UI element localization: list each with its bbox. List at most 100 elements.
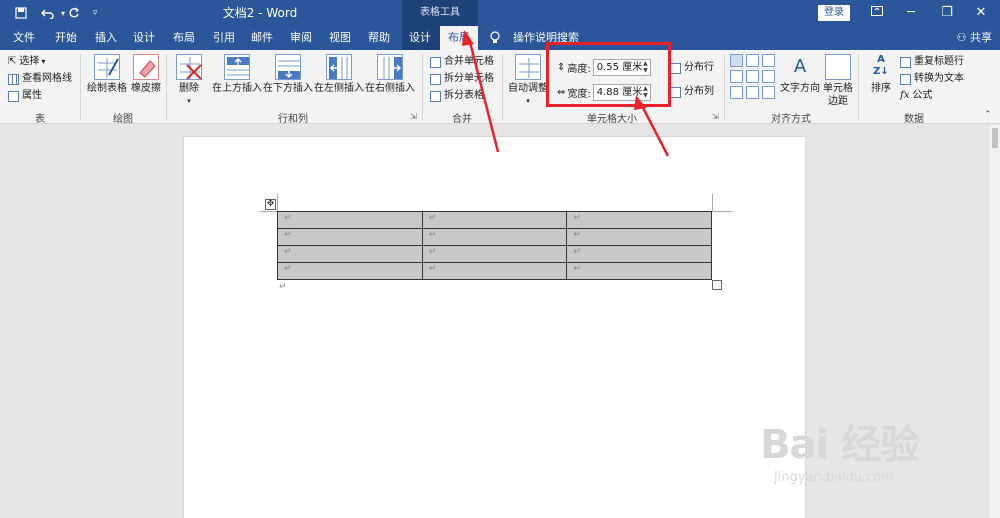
minimize-icon[interactable]: ─	[894, 0, 928, 26]
insert-left-button[interactable]: 在左侧插入	[314, 54, 364, 95]
collapse-ribbon-icon[interactable]: ⌃	[984, 110, 992, 120]
cell-margins-icon	[825, 54, 851, 80]
table-cell[interactable]: ↵	[277, 262, 423, 280]
crop-mark	[277, 194, 278, 211]
eraser-button[interactable]: 橡皮擦	[130, 54, 162, 95]
select-button[interactable]: ⇱ 选择 ▾	[8, 54, 45, 70]
table-cell[interactable]: ↵	[421, 211, 568, 229]
pointer-icon: ⇱	[8, 56, 17, 67]
align-top-right-icon[interactable]	[762, 54, 775, 67]
sort-button[interactable]: A Z↓ 排序	[866, 54, 896, 95]
table-cell[interactable]: ↵	[566, 228, 712, 246]
undo-icon[interactable]	[36, 0, 60, 26]
share-button[interactable]: ⚇ 共享	[957, 26, 992, 50]
tab-mailings[interactable]: 邮件	[244, 26, 280, 50]
autofit-button[interactable]: 自动调整 ▾	[508, 54, 548, 108]
text-direction-button[interactable]: A 文字方向	[778, 54, 822, 95]
login-button[interactable]: 登录	[818, 5, 850, 21]
distribute-columns-label: 分布列	[684, 86, 714, 97]
insert-left-label: 在左侧插入	[314, 83, 364, 94]
table-cell[interactable]: ↵	[421, 262, 568, 280]
save-icon[interactable]	[10, 0, 32, 26]
table-cell[interactable]: ↵	[566, 262, 712, 280]
table-cell[interactable]: ↵	[277, 245, 423, 263]
ribbon-display-icon[interactable]	[860, 0, 894, 26]
align-top-center-icon[interactable]	[746, 54, 759, 67]
distribute-rows-button[interactable]: 分布行	[670, 60, 714, 76]
crop-mark	[260, 211, 277, 212]
align-bottom-center-icon[interactable]	[746, 86, 759, 99]
ribbon-tab-row: 文件 开始 插入 设计 布局 引用 邮件 审阅 视图 帮助 设计 布局 操作说明…	[0, 26, 1000, 50]
table-cell[interactable]: ↵	[566, 245, 712, 263]
align-middle-center-icon[interactable]	[746, 70, 759, 83]
table-cell[interactable]: ↵	[277, 211, 423, 229]
repeat-header-label: 重复标题行	[914, 56, 964, 67]
merge-cells-button[interactable]: 合并单元格	[430, 54, 494, 70]
table-resize-handle[interactable]	[712, 280, 722, 290]
restore-icon[interactable]: ❐	[930, 0, 964, 26]
tab-table-design[interactable]: 设计	[402, 26, 438, 50]
table-cell[interactable]: ↵	[566, 211, 712, 229]
properties-label: 属性	[22, 90, 42, 101]
tab-insert[interactable]: 插入	[88, 26, 124, 50]
distribute-columns-button[interactable]: 分布列	[670, 84, 714, 100]
align-top-left-icon[interactable]	[730, 54, 743, 67]
table-row: ↵ ↵ ↵	[277, 228, 712, 246]
distribute-columns-icon	[670, 86, 681, 98]
cell-margins-button[interactable]: 单元格 边距	[822, 54, 854, 108]
tab-design[interactable]: 设计	[126, 26, 162, 50]
autofit-label: 自动调整	[508, 83, 548, 94]
table-cell[interactable]: ↵	[277, 228, 423, 246]
delete-dropdown-icon: ▾	[187, 97, 191, 105]
table-cell[interactable]: ↵	[421, 228, 568, 246]
group-label-alignment: 对齐方式	[771, 114, 811, 125]
close-icon[interactable]: ✕	[964, 0, 998, 26]
select-label: 选择	[19, 56, 40, 67]
insert-above-button[interactable]: 在上方插入	[212, 54, 262, 95]
rows-cols-launcher-icon[interactable]: ⇲	[410, 112, 419, 121]
tab-help[interactable]: 帮助	[361, 26, 397, 50]
cell-size-launcher-icon[interactable]: ⇲	[712, 112, 721, 121]
formula-button[interactable]: fx 公式	[900, 88, 932, 104]
crop-mark	[712, 194, 713, 211]
delete-button[interactable]: 删除 ▾	[172, 54, 206, 108]
tab-table-layout[interactable]: 布局	[440, 26, 478, 50]
align-middle-right-icon[interactable]	[762, 70, 775, 83]
redo-icon[interactable]	[64, 0, 84, 26]
tab-home[interactable]: 开始	[48, 26, 84, 50]
group-label-rows-cols: 行和列	[278, 114, 308, 125]
vertical-scrollbar[interactable]	[990, 125, 1000, 518]
align-middle-left-icon[interactable]	[730, 70, 743, 83]
tab-layout[interactable]: 布局	[166, 26, 202, 50]
table-cell[interactable]: ↵	[421, 245, 568, 263]
insert-below-button[interactable]: 在下方插入	[263, 54, 313, 95]
scrollbar-thumb[interactable]	[992, 128, 998, 148]
person-icon: ⚇	[956, 31, 967, 44]
repeat-header-rows-button[interactable]: 重复标题行	[900, 54, 964, 70]
insert-below-label: 在下方插入	[263, 83, 313, 94]
insert-right-button[interactable]: 在右侧插入	[365, 54, 415, 95]
document-table[interactable]: ↵ ↵ ↵ ↵ ↵ ↵ ↵ ↵ ↵ ↵ ↵ ↵	[277, 211, 712, 280]
view-gridlines-label: 查看网格线	[22, 73, 72, 84]
table-move-handle-icon[interactable]: ✥	[265, 199, 276, 210]
convert-to-text-button[interactable]: 转换为文本	[900, 71, 964, 87]
tab-references[interactable]: 引用	[206, 26, 242, 50]
group-label-cell-size: 单元格大小	[587, 114, 637, 125]
tab-file[interactable]: 文件	[6, 26, 42, 50]
split-cells-button[interactable]: 拆分单元格	[430, 71, 494, 87]
customize-qat-icon[interactable]: ▿	[88, 0, 102, 26]
align-bottom-right-icon[interactable]	[762, 86, 775, 99]
tab-review[interactable]: 审阅	[283, 26, 319, 50]
insert-left-icon	[326, 54, 352, 80]
split-table-button[interactable]: 拆分表格	[430, 88, 484, 104]
eraser-icon	[133, 54, 159, 80]
view-gridlines-button[interactable]: 查看网格线	[8, 71, 72, 87]
align-bottom-left-icon[interactable]	[730, 86, 743, 99]
text-direction-icon: A	[793, 56, 807, 77]
properties-button[interactable]: 属性	[8, 88, 42, 104]
autofit-icon	[515, 54, 541, 80]
tab-view[interactable]: 视图	[322, 26, 358, 50]
cell-margins-label-2: 边距	[828, 96, 848, 107]
draw-table-button[interactable]: 绘制表格	[86, 54, 128, 95]
group-label-merge: 合并	[452, 114, 472, 125]
